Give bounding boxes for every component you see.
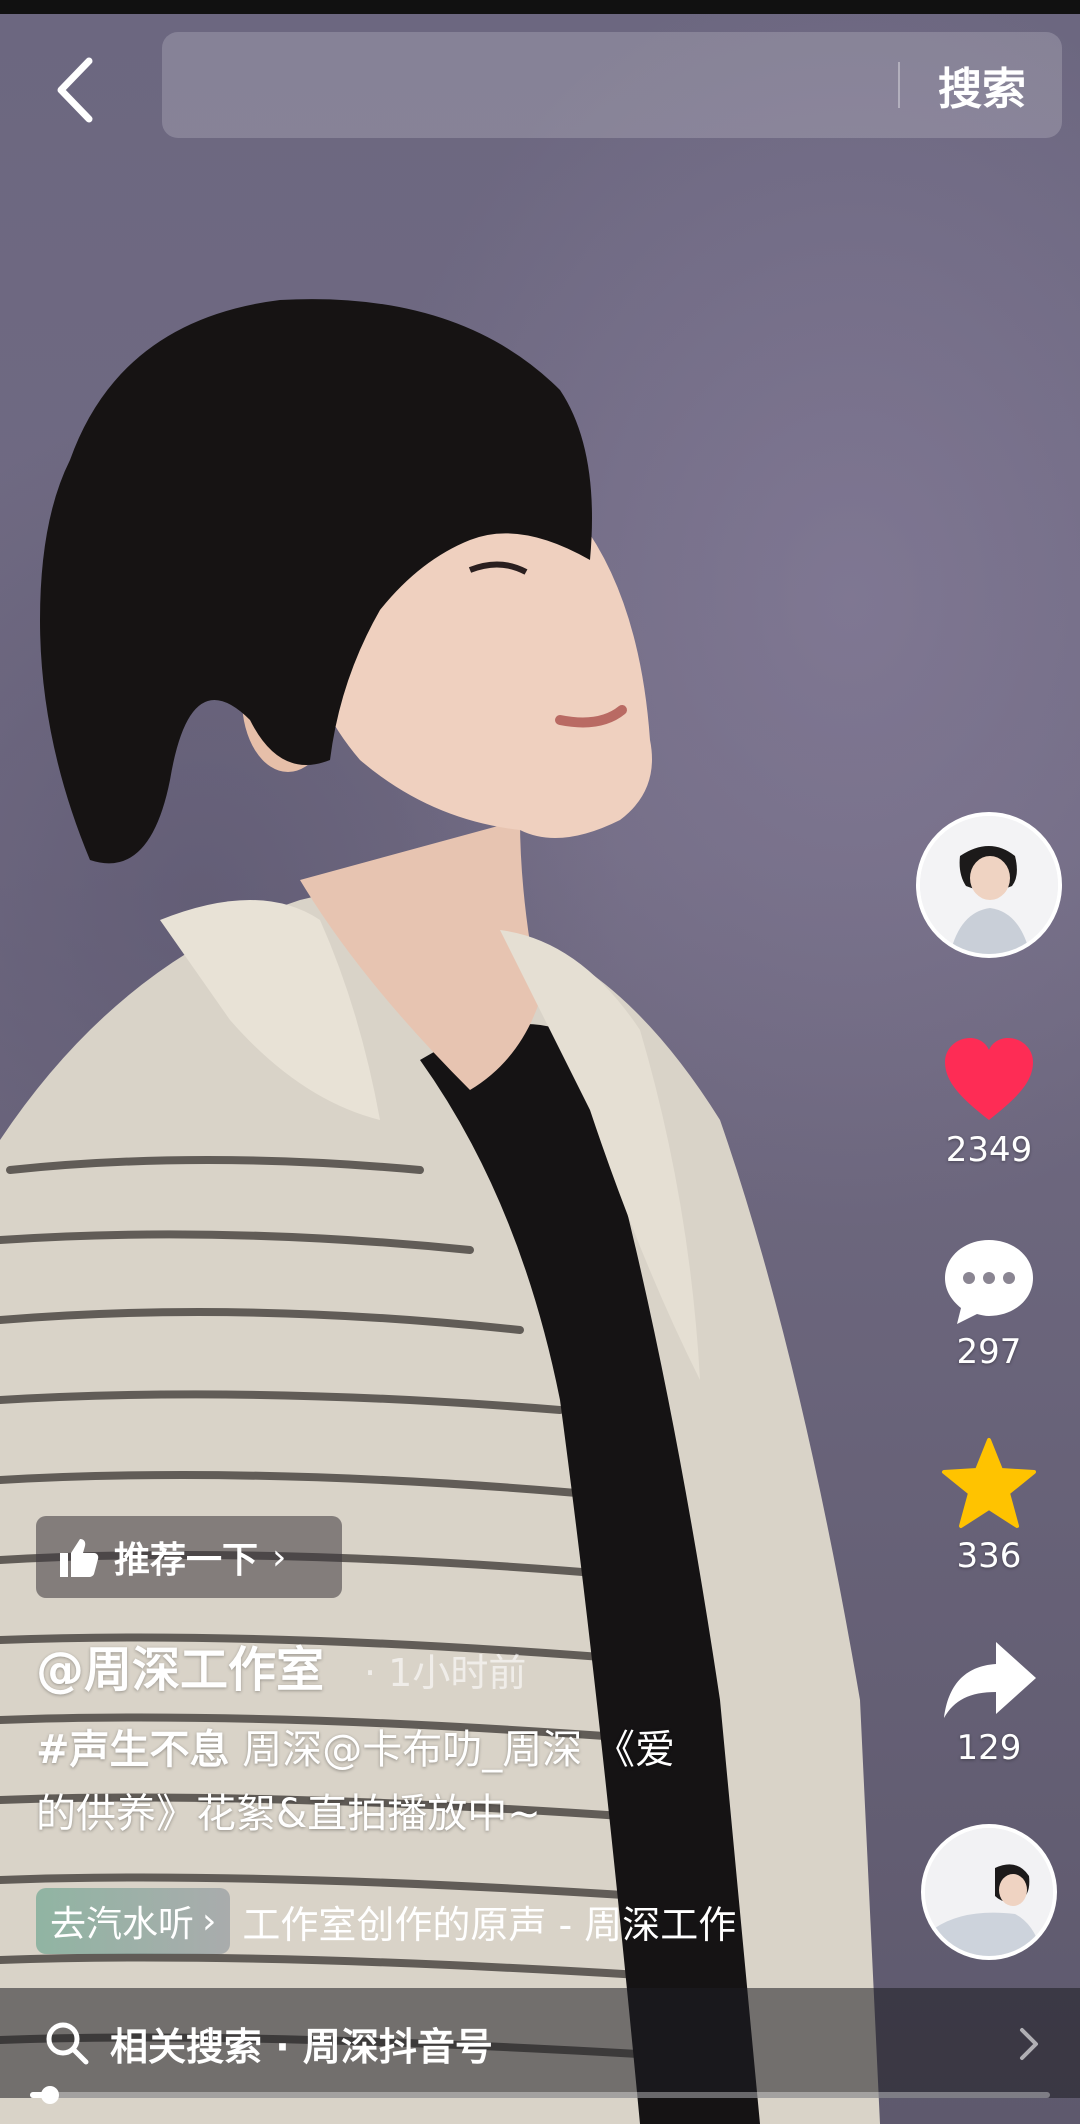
- chevron-right-icon: ›: [272, 1536, 287, 1578]
- chevron-right-icon: ›: [202, 1900, 217, 1942]
- favorite-button[interactable]: 336: [940, 1436, 1038, 1576]
- recommend-button[interactable]: 推荐一下 ›: [36, 1516, 342, 1598]
- music-title[interactable]: 工作室创作的原声 - 周深工作: [242, 1894, 736, 1949]
- like-action: 2349: [900, 1036, 1078, 1170]
- recommend-label: 推荐一下: [114, 1540, 259, 1581]
- search-bar: 搜索: [162, 32, 1062, 140]
- open-soda-music-button[interactable]: 去汽水听 ›: [36, 1888, 231, 1954]
- status-bar: [0, 0, 1080, 14]
- music-disc-image: [925, 1828, 1053, 1956]
- author-name[interactable]: @周深工作室: [36, 1630, 324, 1700]
- star-icon: [942, 1438, 1036, 1528]
- post-time: · 1小时前: [364, 1651, 527, 1695]
- search-icon: [46, 2022, 89, 2065]
- description-line1: 周深@卡布叻_周深 《爱: [229, 1727, 675, 1773]
- chevron-right-icon: [1020, 2028, 1038, 2060]
- author-avatar-column: [900, 812, 1078, 958]
- search-input[interactable]: [182, 32, 886, 140]
- like-button[interactable]: 2349: [941, 1036, 1037, 1170]
- related-search-bar[interactable]: 相关搜索 · 周深抖音号: [0, 1988, 1080, 2098]
- favorite-count: 336: [956, 1536, 1022, 1576]
- back-button[interactable]: [40, 50, 110, 130]
- search-button[interactable]: 搜索: [902, 32, 1062, 138]
- search-divider: [898, 62, 900, 108]
- comment-button[interactable]: 297: [941, 1236, 1037, 1372]
- chevron-left-icon: [57, 57, 93, 123]
- hashtag-link[interactable]: #声生不息: [36, 1727, 230, 1773]
- comment-icon: [945, 1240, 1033, 1324]
- share-action: 129: [900, 1638, 1078, 1768]
- comment-action: 297: [900, 1236, 1078, 1372]
- music-chip-label: 去汽水听: [50, 1904, 195, 1945]
- description-line2: 的供养》花絮&直拍播放中~: [36, 1791, 541, 1837]
- author-line: @周深工作室 · 1小时前: [36, 1630, 526, 1700]
- author-avatar[interactable]: [916, 812, 1062, 958]
- avatar-image: [920, 816, 1058, 954]
- music-disc-column: [900, 1824, 1078, 1960]
- comment-count: 297: [956, 1332, 1022, 1372]
- share-count: 129: [956, 1728, 1022, 1768]
- heart-icon: [945, 1038, 1033, 1120]
- post-description: #声生不息 周深@卡布叻_周深 《爱 的供养》花絮&直拍播放中~: [36, 1718, 756, 1846]
- share-button[interactable]: 129: [940, 1638, 1038, 1768]
- playback-progress-bar[interactable]: [30, 2086, 1050, 2104]
- share-arrow-icon: [944, 1642, 1036, 1718]
- music-disc[interactable]: [921, 1824, 1057, 1960]
- related-search-label: 相关搜索 · 周深抖音号: [110, 2024, 493, 2069]
- thumbs-up-icon: [60, 1539, 99, 1577]
- music-line: 去汽水听 › 工作室创作的原声 - 周深工作: [36, 1888, 776, 1954]
- like-count: 2349: [945, 1130, 1033, 1170]
- favorite-action: 336: [900, 1436, 1078, 1576]
